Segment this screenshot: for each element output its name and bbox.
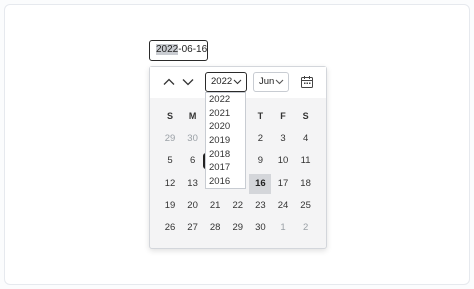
day-cell[interactable]: 29	[227, 218, 249, 238]
day-cell[interactable]: 30	[249, 218, 271, 238]
day-cell[interactable]: 20	[182, 196, 204, 216]
day-cell[interactable]: 6	[182, 151, 204, 171]
day-cell-selected[interactable]: 16	[249, 173, 272, 194]
day-cell[interactable]: 30	[182, 129, 204, 149]
year-option[interactable]: 2018	[206, 148, 245, 162]
year-option[interactable]: 2022	[206, 93, 245, 107]
year-dropdown-list: 2022 2021 2020 2019 2018 2017 2016	[205, 92, 246, 189]
calendar-icon[interactable]	[300, 75, 314, 94]
day-cell[interactable]: 25	[295, 196, 317, 216]
day-cell[interactable]: 19	[159, 196, 181, 216]
year-select-value: 2022	[211, 76, 233, 87]
year-option[interactable]: 2021	[206, 107, 245, 121]
chevron-down-icon	[233, 79, 242, 85]
weekday-label: F	[280, 111, 286, 121]
month-select-value: Jun	[259, 76, 275, 87]
day-cell[interactable]: 28	[204, 218, 226, 238]
day-cell[interactable]: 12	[159, 174, 181, 194]
day-cell[interactable]: 17	[272, 174, 294, 194]
date-input[interactable]: 2022-06-16	[149, 40, 208, 61]
day-cell[interactable]: 9	[249, 151, 271, 171]
chevron-down-icon[interactable]	[181, 75, 195, 89]
day-cell[interactable]: 4	[295, 129, 317, 149]
day-cell[interactable]: 1	[272, 218, 294, 238]
day-cell[interactable]: 29	[159, 129, 181, 149]
day-cell[interactable]: 21	[204, 196, 226, 216]
day-cell[interactable]: 5	[159, 151, 181, 171]
weekday-label: M	[188, 111, 197, 121]
day-cell[interactable]: 13	[182, 174, 204, 194]
year-option[interactable]: 2019	[206, 134, 245, 148]
year-select[interactable]: 2022	[205, 72, 247, 92]
chevron-up-icon[interactable]	[162, 75, 176, 89]
day-cell[interactable]: 11	[295, 151, 317, 171]
day-cell[interactable]: 24	[272, 196, 294, 216]
weekday-label: T	[257, 111, 264, 121]
day-cell[interactable]: 2	[295, 218, 317, 238]
chevron-down-icon	[275, 79, 284, 85]
day-cell[interactable]: 27	[182, 218, 204, 238]
day-cell[interactable]: 10	[272, 151, 294, 171]
day-cell[interactable]: 23	[249, 196, 271, 216]
year-option[interactable]: 2016	[206, 175, 245, 189]
weekday-label: S	[302, 111, 309, 121]
day-cell[interactable]: 26	[159, 218, 181, 238]
month-select[interactable]: Jun	[253, 72, 289, 92]
date-input-year-selection: 2022	[156, 44, 179, 55]
year-option[interactable]: 2020	[206, 120, 245, 134]
weekday-label: S	[166, 111, 173, 121]
year-option[interactable]: 2017	[206, 161, 245, 175]
day-cell[interactable]: 18	[295, 174, 317, 194]
day-cell[interactable]: 3	[272, 129, 294, 149]
day-cell[interactable]: 2	[249, 129, 271, 149]
day-cell[interactable]: 22	[227, 196, 249, 216]
date-input-rest: -06-16	[178, 44, 208, 55]
